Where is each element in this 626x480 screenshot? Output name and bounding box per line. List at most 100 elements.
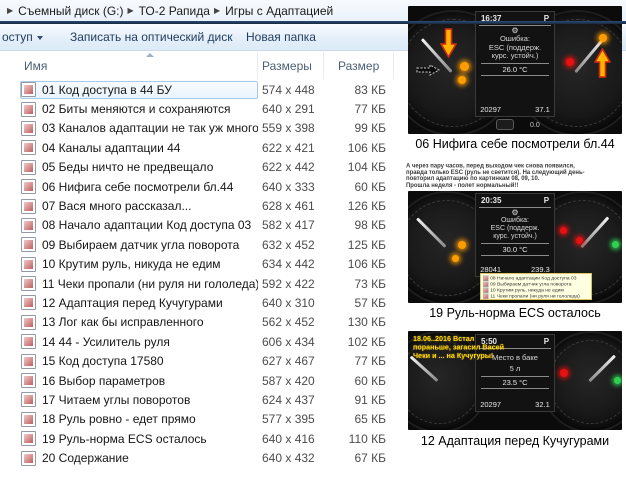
table-row[interactable]: 17 Читаем углы поворотов 624 x 437 91 КБ [0, 390, 400, 409]
column-header-dimensions[interactable]: Размеры [258, 52, 324, 79]
image-file-icon [21, 334, 36, 350]
table-row[interactable]: 18 Руль ровно - едет прямо 577 x 395 65 … [0, 410, 400, 429]
brake-warning-light [576, 237, 583, 244]
file-list: 01 Код доступа в 44 БУ 574 x 448 83 КБ 0… [0, 80, 400, 468]
file-size: 106 КБ [347, 140, 386, 155]
display-error-line: ESC (поддерж. [490, 225, 540, 232]
gauge-needle [580, 216, 609, 248]
display-error-line: Ошибка: [500, 217, 530, 224]
file-dimensions: 582 x 417 [262, 218, 315, 233]
image-file-icon [21, 276, 36, 292]
outside-temperature: 30.0 °C [480, 243, 550, 256]
table-row[interactable]: 07 Вася много рассказал... 628 x 461 126… [0, 196, 400, 215]
table-row[interactable]: 05 Беды ничто не предвещало 622 x 442 10… [0, 158, 400, 177]
indicator-light [612, 241, 619, 248]
table-row[interactable]: 15 Код доступа 17580 627 x 467 77 КБ [0, 351, 400, 370]
image-file-icon [21, 392, 36, 408]
display-error-line: курс. устойч.) [493, 233, 537, 240]
share-button[interactable]: оступ [2, 30, 43, 44]
note-line: пораньше, загасил Васей [413, 343, 505, 352]
file-size: 98 КБ [354, 218, 386, 233]
pointer-arrow-right-icon [416, 64, 440, 76]
file-size: 130 КБ [347, 315, 386, 330]
file-size: 60 КБ [354, 179, 386, 194]
file-name: 19 Руль-норма ECS осталось [42, 431, 207, 446]
file-size: 57 КБ [354, 295, 386, 310]
column-header-size[interactable]: Размер [324, 52, 394, 79]
image-file-icon [21, 237, 36, 253]
table-row[interactable]: 06 Нифига себе посмотрели бл.44 640 x 33… [0, 177, 400, 196]
table-row[interactable]: 03 Каналов адаптации не так уж много 559… [0, 119, 400, 138]
file-size: 110 КБ [348, 431, 386, 446]
file-size: 67 КБ [354, 451, 386, 466]
file-dimensions: 592 x 422 [262, 276, 315, 291]
highlight-arrow-up-icon [594, 48, 611, 78]
file-name: 17 Читаем углы поворотов [42, 392, 191, 407]
breadcrumb-item[interactable]: ▶ Съемный диск (G:) [3, 4, 123, 18]
image-file-icon [21, 431, 36, 447]
file-dimensions: 559 x 398 [262, 121, 315, 136]
photo-caption-19: 19 Руль-норма ECS осталось [429, 306, 601, 320]
gear-position: P [543, 337, 550, 346]
file-name: 18 Руль ровно - едет прямо [42, 412, 196, 427]
dashboard-photo-19: 20:35 P ⚙ Ошибка: ESC (поддерж. курс. усто… [408, 191, 622, 303]
esp-warning-light [458, 241, 466, 249]
file-name: 12 Адаптация перед Кучугурами [42, 295, 223, 310]
breadcrumb-arrow-icon: ▶ [127, 6, 134, 15]
table-row[interactable]: 02 Биты меняются и сохраняются 640 x 291… [0, 99, 400, 118]
file-name: 14 44 - Усилитель руля [42, 334, 170, 349]
image-file-icon [483, 293, 489, 299]
trip-value: 37.1 [535, 105, 550, 114]
gear-position: P [543, 196, 550, 205]
file-dimensions: 624 x 437 [262, 392, 315, 407]
table-row[interactable]: 01 Код доступа в 44 БУ 574 x 448 83 КБ [0, 80, 400, 99]
outside-temperature: 23.5 °C [480, 376, 550, 389]
file-size: 60 КБ [354, 373, 386, 388]
table-row[interactable]: 10 Крутим руль, никуда не едим 634 x 442… [0, 255, 400, 274]
file-size: 125 КБ [347, 237, 386, 252]
table-row[interactable]: 13 Лог как бы исправленного 562 x 452 13… [0, 313, 400, 332]
breadcrumb-item[interactable]: ▶ ТО-2 Рапида [123, 4, 209, 18]
burn-disc-button[interactable]: Записать на оптический диск [70, 30, 233, 44]
column-header-name[interactable]: Имя [20, 52, 258, 79]
photo-caption-06: 06 Нифига себе посмотрели бл.44 [415, 137, 615, 151]
table-row[interactable]: 08 Начало адаптации Код доступа 03 582 x… [0, 216, 400, 235]
image-file-icon [21, 198, 36, 214]
indicator-light [614, 377, 621, 384]
file-dimensions: 628 x 461 [262, 199, 315, 214]
esp-warning-light [460, 62, 469, 71]
breadcrumb-arrow-icon: ▶ [7, 6, 14, 15]
table-row[interactable]: 20 Содержание 640 x 432 67 КБ [0, 448, 400, 467]
gauge-needle [588, 354, 616, 382]
table-row[interactable]: 14 44 - Усилитель руля 606 x 434 102 КБ [0, 332, 400, 351]
trip-computer-display: 16:37 P ⚙ Ошибка: ESC (поддерж. курс. усто… [475, 11, 555, 117]
image-file-icon [483, 281, 489, 287]
gauge-needle [416, 217, 447, 248]
eps-warning-light [458, 76, 466, 84]
table-row[interactable]: 04 Каналы адаптации 44 622 x 421 106 КБ [0, 138, 400, 157]
file-size: 91 КБ [354, 392, 386, 407]
table-row[interactable]: 12 Адаптация перед Кучугурами 640 x 310 … [0, 293, 400, 312]
outside-temperature: 26.0 °C [480, 62, 550, 76]
file-name: 02 Биты меняются и сохраняются [42, 102, 231, 117]
file-name: 10 Крутим руль, никуда не едим [42, 257, 221, 272]
file-name: 09 Выбираем датчик угла поворота [42, 237, 240, 252]
image-file-icon [21, 82, 36, 98]
file-list-tooltip: 08 Начало адаптации Код доступа 03 09 Вы… [480, 273, 592, 300]
new-folder-button[interactable]: Новая папка [246, 30, 316, 44]
file-dimensions: 622 x 421 [262, 140, 315, 155]
table-row[interactable]: 11 Чеки пропали (ни руля ни гололеда) 59… [0, 274, 400, 293]
image-file-icon [21, 295, 36, 311]
gear-icon: ⚙ [511, 208, 519, 217]
table-row[interactable]: 09 Выбираем датчик угла поворота 632 x 4… [0, 235, 400, 254]
file-dimensions: 627 x 467 [262, 354, 315, 369]
breadcrumb-item[interactable]: ▶ Игры с Адаптацией [210, 4, 333, 18]
table-row[interactable]: 19 Руль-норма ECS осталось 640 x 416 110… [0, 429, 400, 448]
tooltip-file-name: 11 Чеки пропали (ни руля ни гололеда) [490, 293, 580, 299]
file-name: 01 Код доступа в 44 БУ [42, 82, 172, 97]
image-file-icon [21, 256, 36, 272]
table-row[interactable]: 16 Выбор параметров 587 x 420 60 КБ [0, 371, 400, 390]
image-file-icon [483, 287, 489, 293]
esc-warning-light [599, 34, 607, 42]
image-file-icon [483, 275, 489, 281]
